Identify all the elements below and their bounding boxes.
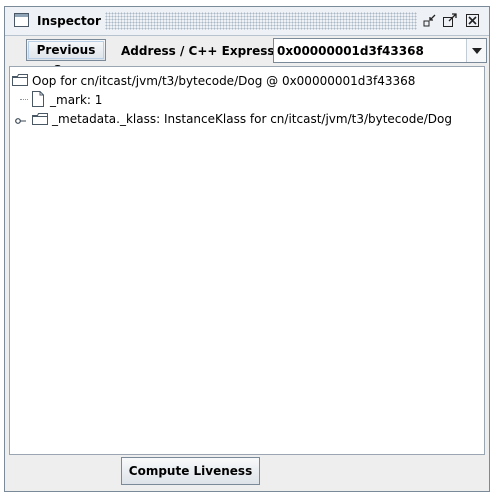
- window-icon: [14, 13, 29, 27]
- tree-root-node[interactable]: Oop for cn/itcast/jvm/t3/bytecode/Dog @ …: [12, 72, 472, 90]
- tree-root-label: Oop for cn/itcast/jvm/t3/bytecode/Dog @ …: [32, 74, 416, 88]
- chevron-down-icon[interactable]: [466, 39, 486, 62]
- bottom-bar: Compute Liveness: [5, 455, 489, 491]
- toolbar: Previous Oop Address / C++ Expression: 0…: [5, 36, 489, 77]
- folder-icon: [12, 74, 28, 86]
- address-combo[interactable]: 0x00000001d3f43368: [273, 38, 487, 63]
- compute-liveness-button[interactable]: Compute Liveness: [121, 457, 260, 485]
- minimize-icon[interactable]: [422, 13, 438, 28]
- tree-connector: [20, 99, 28, 100]
- oop-tree[interactable]: Oop for cn/itcast/jvm/t3/bytecode/Dog @ …: [9, 66, 485, 455]
- previous-oop-button[interactable]: Previous Oop: [26, 39, 106, 77]
- maximize-icon[interactable]: [442, 13, 458, 28]
- inspector-window: Inspector Previous Oop Address / C++ Exp…: [4, 6, 490, 492]
- tree-node-label: _mark: 1: [50, 93, 103, 107]
- title-bar[interactable]: Inspector: [5, 7, 489, 36]
- tree-node-mark[interactable]: _mark: 1: [32, 91, 332, 109]
- file-icon: [32, 91, 44, 107]
- expand-handle-icon[interactable]: [15, 114, 26, 124]
- folder-icon: [32, 113, 48, 125]
- tree-node-label: _metadata._klass: InstanceKlass for cn/i…: [52, 112, 452, 126]
- close-icon[interactable]: [465, 13, 481, 28]
- address-input[interactable]: 0x00000001d3f43368: [277, 44, 424, 58]
- tree-node-metadata[interactable]: _metadata._klass: InstanceKlass for cn/i…: [32, 110, 472, 128]
- title-bar-grip: [105, 12, 417, 30]
- window-title: Inspector: [37, 14, 101, 28]
